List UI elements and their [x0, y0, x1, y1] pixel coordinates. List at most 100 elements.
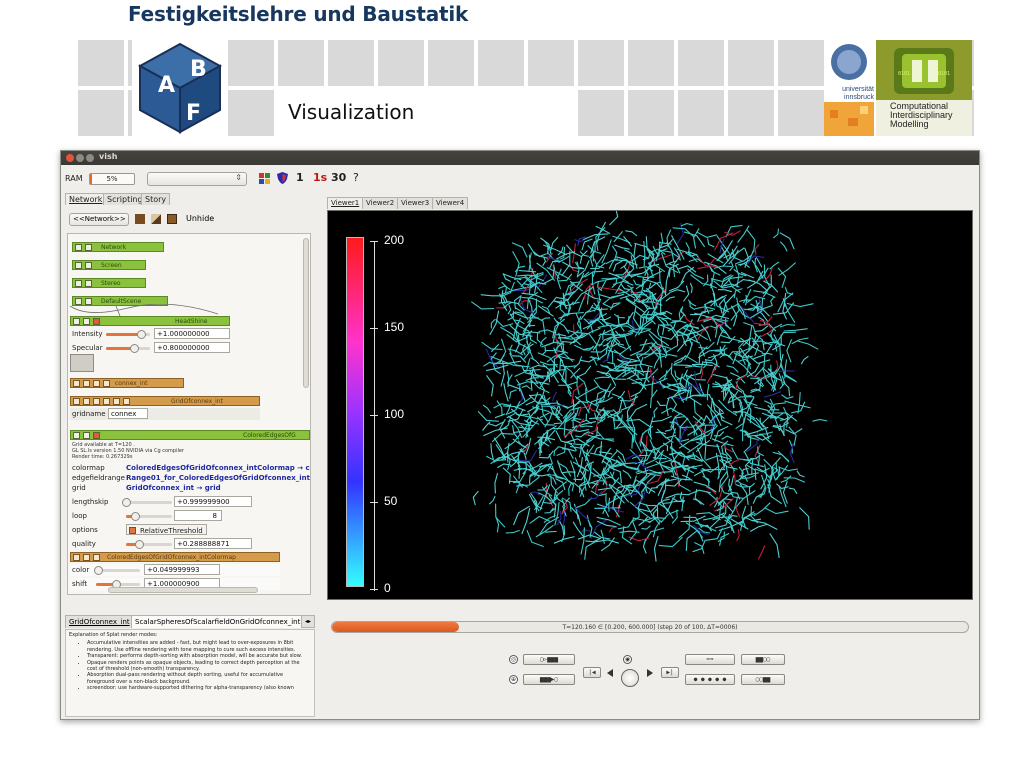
shift-slider[interactable]: [96, 580, 140, 589]
gridname-select[interactable]: connex: [108, 408, 148, 419]
node-port-icon[interactable]: [85, 244, 92, 251]
grid-link[interactable]: GridOfconnex_int → grid: [126, 482, 221, 494]
node-stereo[interactable]: Stereo: [72, 278, 146, 288]
node-port-icon[interactable]: [83, 380, 90, 387]
jog-dial[interactable]: [621, 669, 639, 687]
window-titlebar[interactable]: vish: [61, 151, 979, 165]
intensity-slider[interactable]: [106, 330, 150, 339]
3d-viewport[interactable]: 200 150 100 50 0: [327, 210, 973, 600]
minimize-window-icon[interactable]: [76, 154, 84, 162]
node-port-icon[interactable]: [85, 280, 92, 287]
maximize-window-icon[interactable]: [86, 154, 94, 162]
network-editor[interactable]: Network Screen Stereo DefaultScene HeadS…: [67, 233, 311, 595]
specular-slider-knob[interactable]: [130, 344, 140, 353]
node-port-icon[interactable]: [73, 380, 80, 387]
node-port-icon[interactable]: [103, 398, 110, 405]
brown-node-icon[interactable]: [135, 214, 145, 224]
palette-icon[interactable]: [259, 173, 270, 184]
node-port-icon[interactable]: [113, 398, 120, 405]
node-screen[interactable]: Screen: [72, 260, 146, 270]
node-port-icon[interactable]: [83, 554, 90, 561]
node-port-icon[interactable]: [85, 262, 92, 269]
node-close-icon[interactable]: [93, 432, 100, 439]
tab-network[interactable]: Network: [65, 193, 107, 205]
loop-field[interactable]: 8: [174, 510, 222, 521]
frame-mode-button[interactable]: ▢▻▆▆▆: [523, 654, 575, 665]
quality-slider[interactable]: [126, 540, 172, 549]
tab-viewer1[interactable]: Viewer1: [327, 197, 364, 209]
lengthskip-slider[interactable]: [122, 498, 172, 507]
quality-field[interactable]: +0.288888871: [174, 538, 252, 549]
record-mode-icon[interactable]: ◎: [509, 655, 518, 664]
lengthskip-field[interactable]: +0.999999900: [174, 496, 252, 507]
node-port-icon[interactable]: [103, 380, 110, 387]
node-port-icon[interactable]: [73, 398, 80, 405]
tab-story[interactable]: Story: [141, 193, 171, 205]
close-window-icon[interactable]: [66, 154, 74, 162]
tab-scalar-spheres[interactable]: ScalarSpheresOfScalarfieldOnGridOfconnex…: [131, 615, 305, 628]
node-port-icon[interactable]: [75, 262, 82, 269]
node-port-icon[interactable]: [73, 318, 80, 325]
node-colored-edges[interactable]: ColoredEdgesOfG: [70, 430, 310, 440]
intensity-field[interactable]: +1.000000000: [154, 328, 230, 339]
help-icon[interactable]: ?: [353, 171, 359, 184]
display-mode-button[interactable]: ▆▆▢▢: [741, 654, 785, 665]
node-network[interactable]: Network: [72, 242, 164, 252]
node-grid-of-connex[interactable]: GridOfconnex_int: [70, 396, 260, 406]
node-port-icon[interactable]: [93, 398, 100, 405]
node-port-icon[interactable]: [83, 398, 90, 405]
relative-threshold-toggle[interactable]: RelativeThreshold: [126, 524, 207, 535]
play-icon[interactable]: [647, 669, 655, 677]
stop-record-icon[interactable]: ◉: [623, 655, 632, 664]
toolbar-value-30[interactable]: 30: [331, 171, 346, 184]
node-headshine[interactable]: HeadShine: [70, 316, 230, 326]
diagonal-node-icon[interactable]: [151, 214, 161, 224]
unhide-button[interactable]: Unhide: [186, 214, 214, 223]
node-port-icon[interactable]: [123, 398, 130, 405]
node-port-icon[interactable]: [75, 280, 82, 287]
tab-viewer4[interactable]: Viewer4: [432, 197, 469, 209]
tab-viewer3[interactable]: Viewer3: [397, 197, 434, 209]
skip-to-start-button[interactable]: |◀: [583, 667, 601, 678]
node-port-icon[interactable]: [93, 380, 100, 387]
checkbox-checked-icon[interactable]: [129, 527, 136, 534]
step-back-icon[interactable]: [607, 669, 615, 677]
specular-field[interactable]: +0.800000000: [154, 342, 230, 353]
color-field[interactable]: +0.049999993: [144, 564, 220, 575]
toolbar-value-1s[interactable]: 1s: [313, 171, 327, 184]
add-keyframe-icon[interactable]: ⊕: [509, 675, 518, 684]
time-progress-bar[interactable]: T=120.160 ∈ [0.200, 600.000] (step 20 of…: [331, 621, 969, 633]
specular-slider[interactable]: [106, 344, 150, 353]
node-port-icon[interactable]: [83, 318, 90, 325]
shield-icon[interactable]: [277, 172, 288, 184]
speed-button[interactable]: ➡➡: [685, 654, 735, 665]
toolbar-select[interactable]: ⇕: [147, 172, 247, 186]
intensity-slider-knob[interactable]: [137, 330, 147, 339]
loop-slider-knob[interactable]: [131, 512, 141, 521]
loop-mode-button[interactable]: ▆▆▆▶▢: [523, 674, 575, 685]
tab-scroll-arrows-icon[interactable]: ◂▸: [301, 615, 315, 628]
tab-viewer2[interactable]: Viewer2: [362, 197, 399, 209]
lengthskip-slider-knob[interactable]: [122, 498, 131, 507]
network-scrollbar-vertical[interactable]: [303, 238, 309, 388]
skip-to-end-button[interactable]: ▶|: [661, 667, 679, 678]
frames-button[interactable]: ● ● ● ● ●: [685, 674, 735, 685]
quality-slider-knob[interactable]: [135, 540, 145, 549]
toolbar-value-1[interactable]: 1: [296, 171, 304, 184]
tab-grid-of-connex[interactable]: GridOfconnex_int: [65, 615, 134, 628]
box-node-icon[interactable]: [167, 214, 177, 224]
node-port-icon[interactable]: [73, 554, 80, 561]
node-connex-int[interactable]: connex_int: [70, 378, 184, 388]
node-port-icon[interactable]: [93, 554, 100, 561]
color-slider[interactable]: [94, 566, 140, 575]
node-port-icon[interactable]: [75, 244, 82, 251]
color-slider-knob[interactable]: [94, 566, 104, 575]
node-port-icon[interactable]: [83, 432, 90, 439]
node-port-icon[interactable]: [73, 432, 80, 439]
network-scrollbar-horizontal[interactable]: [108, 587, 258, 593]
export-mode-button[interactable]: ▢▢▆▆: [741, 674, 785, 685]
node-close-icon[interactable]: [93, 318, 100, 325]
network-select[interactable]: <<Network>>: [69, 213, 129, 226]
loop-slider[interactable]: [126, 512, 172, 521]
node-colormap[interactable]: ColoredEdgesOfGridOfconnex_intColormap: [70, 552, 280, 562]
